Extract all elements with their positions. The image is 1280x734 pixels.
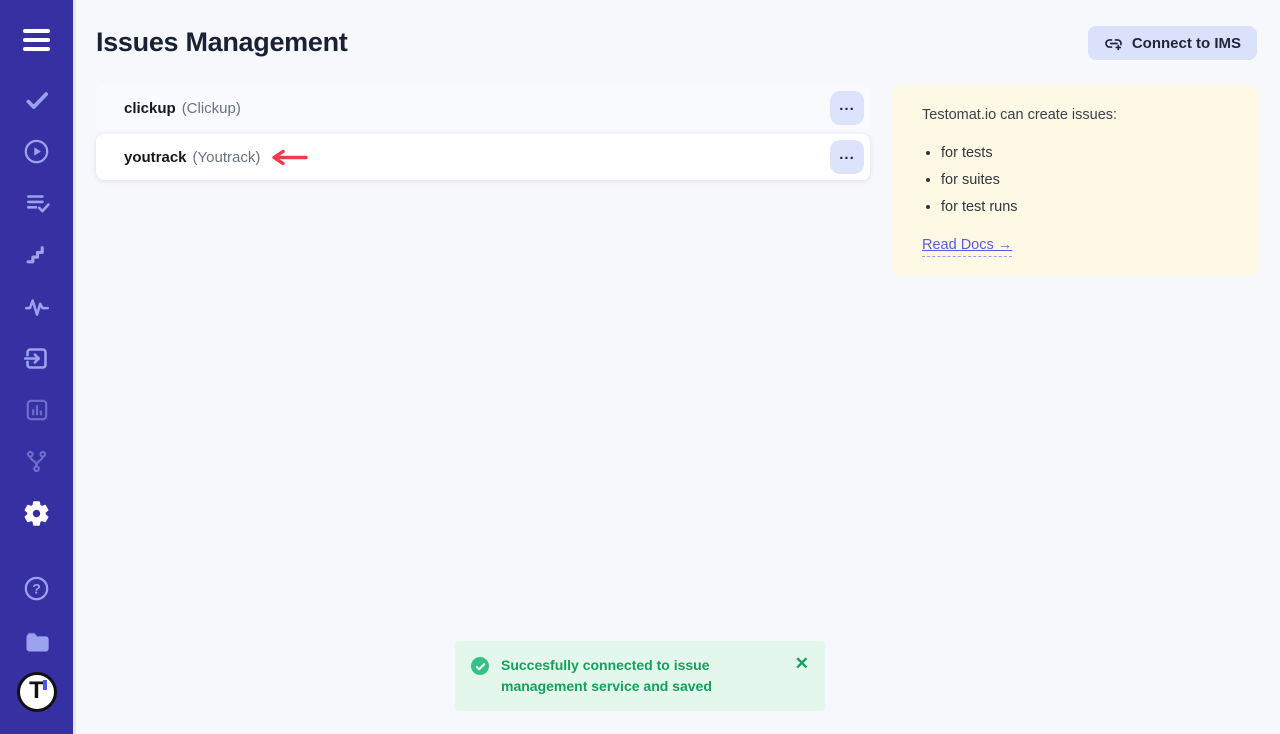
- sidebar-item-runs[interactable]: [0, 126, 73, 178]
- logo-tick: [43, 680, 47, 690]
- ims-name: youtrack: [124, 149, 187, 166]
- ims-vendor: (Clickup): [182, 100, 241, 117]
- svg-text:?: ?: [32, 581, 41, 597]
- sidebar-item-settings[interactable]: [0, 488, 73, 540]
- sidebar-item-projects[interactable]: [0, 615, 73, 667]
- help-icon: ?: [23, 575, 50, 602]
- testomat-logo-icon: T: [17, 672, 57, 712]
- sidebar-item-analytics[interactable]: [0, 281, 73, 333]
- branch-icon: [24, 449, 49, 474]
- settings-gear-icon: [22, 499, 51, 528]
- read-docs-link[interactable]: Read Docs →: [922, 237, 1012, 257]
- connect-button-label: Connect to IMS: [1132, 35, 1241, 52]
- info-panel-item: for tests: [941, 145, 1228, 161]
- sidebar-bottom-nav: ? T: [0, 563, 73, 718]
- activity-icon: [24, 294, 50, 320]
- success-check-icon: [471, 657, 489, 675]
- info-panel-list: for tests for suites for test runs: [922, 145, 1228, 215]
- sidebar-item-milestones[interactable]: [0, 229, 73, 281]
- bar-chart-icon: [24, 397, 50, 423]
- ims-row-clickup[interactable]: clickup (Clickup) ...: [96, 85, 870, 131]
- ims-list: clickup (Clickup) ... youtrack (Youtrack…: [96, 85, 870, 183]
- sidebar-item-reports[interactable]: [0, 384, 73, 436]
- steps-icon: [24, 242, 49, 267]
- info-panel-item: for test runs: [941, 199, 1228, 215]
- sidebar-item-import[interactable]: [0, 332, 73, 384]
- sidebar-item-help[interactable]: ?: [0, 563, 73, 615]
- ims-vendor: (Youtrack): [193, 149, 261, 166]
- ims-name: clickup: [124, 100, 176, 117]
- sidebar: ? T: [0, 0, 76, 734]
- folder-icon: [23, 627, 51, 655]
- sidebar-logo[interactable]: T: [0, 666, 73, 718]
- info-panel: Testomat.io can create issues: for tests…: [892, 85, 1258, 276]
- sidebar-nav: [0, 74, 73, 539]
- list-check-icon: [24, 190, 50, 216]
- menu-icon[interactable]: [23, 29, 50, 51]
- info-panel-item: for suites: [941, 172, 1228, 188]
- page-title: Issues Management: [96, 27, 348, 58]
- connect-to-ims-button[interactable]: Connect to IMS: [1088, 26, 1257, 60]
- play-circle-icon: [23, 138, 50, 165]
- ims-row-youtrack[interactable]: youtrack (Youtrack) ...: [96, 134, 870, 180]
- row-menu-button[interactable]: ...: [830, 91, 864, 125]
- row-menu-button[interactable]: ...: [830, 140, 864, 174]
- add-link-icon: [1104, 34, 1123, 53]
- toast-message: Succesfully connected to issue managemen…: [501, 655, 789, 697]
- sidebar-item-plans[interactable]: [0, 177, 73, 229]
- toast-close-icon[interactable]: ✕: [795, 655, 809, 672]
- import-icon: [23, 345, 50, 372]
- check-icon: [24, 87, 50, 113]
- info-panel-intro: Testomat.io can create issues:: [922, 107, 1228, 123]
- sidebar-item-tests[interactable]: [0, 74, 73, 126]
- red-annotation-arrow-icon: [270, 149, 308, 166]
- sidebar-item-branches[interactable]: [0, 436, 73, 488]
- success-toast: Succesfully connected to issue managemen…: [455, 641, 825, 711]
